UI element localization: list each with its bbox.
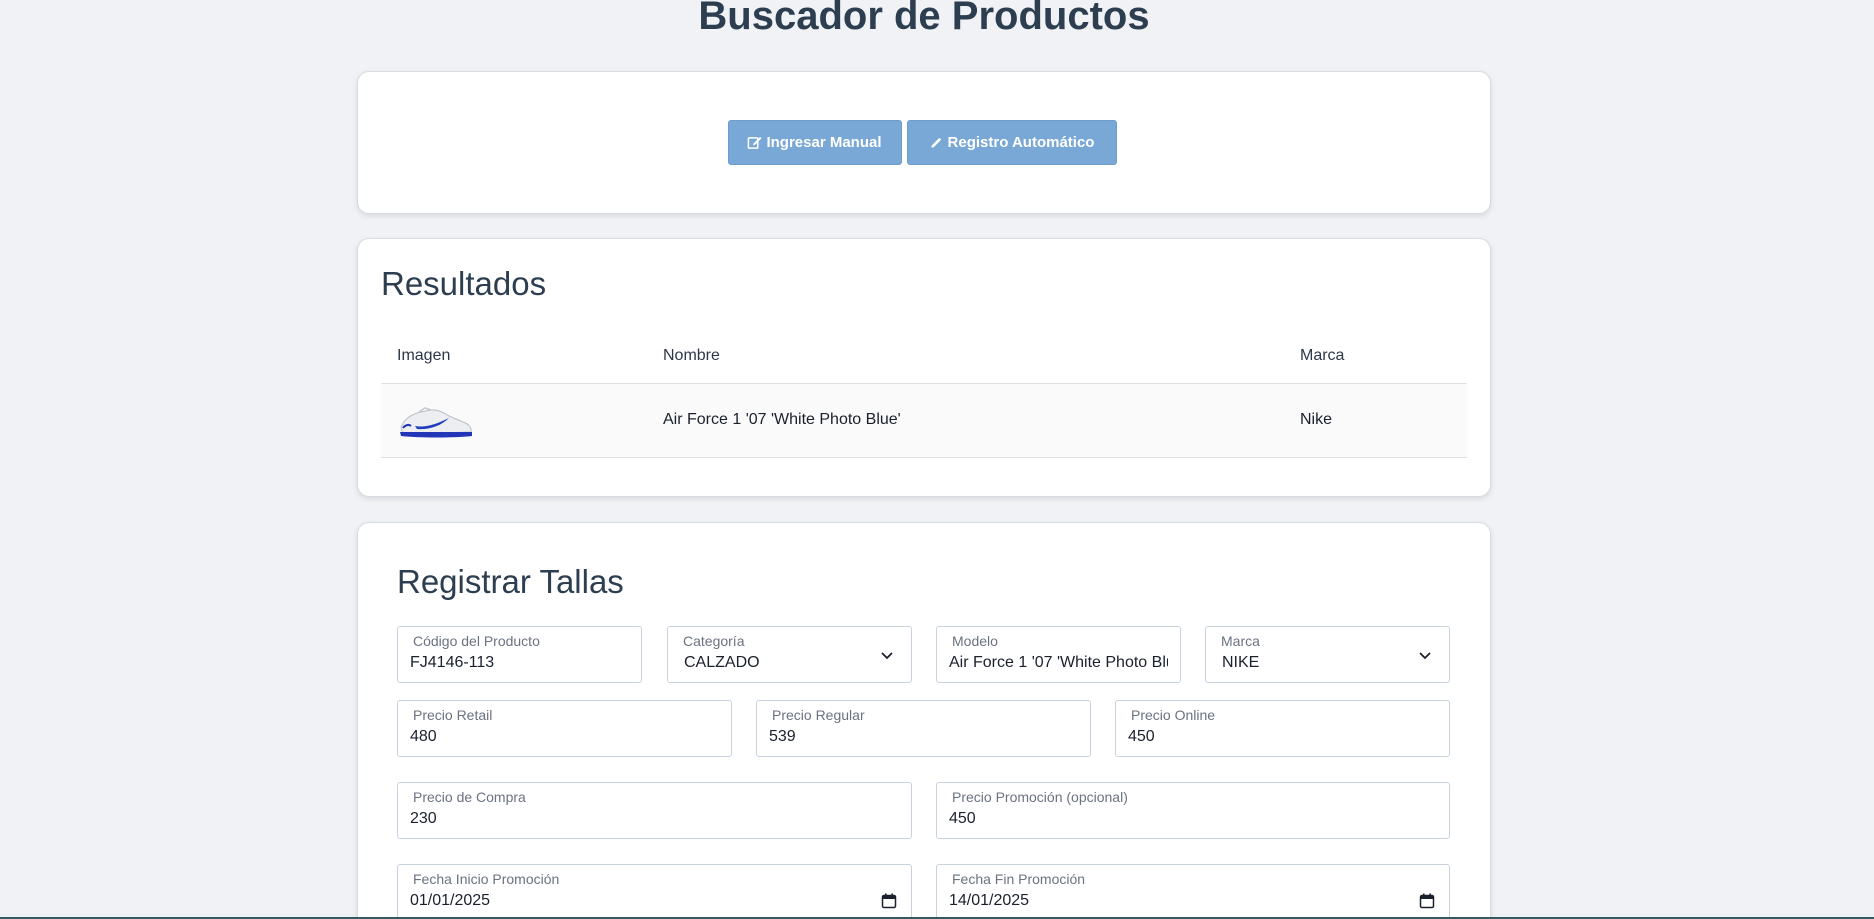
retail-price-label: Precio Retail (413, 707, 493, 723)
auto-register-button[interactable]: Registro Automático (906, 120, 1117, 165)
auto-register-label: Registro Automático (947, 134, 1095, 151)
category-value: CALZADO (684, 654, 760, 671)
retail-price-field[interactable]: Precio Retail 480 (397, 700, 732, 757)
register-sizes-card: Registrar Tallas Código del Producto FJ4… (357, 522, 1491, 919)
model-label: Modelo (952, 633, 998, 649)
manual-entry-button[interactable]: Ingresar Manual (727, 120, 902, 165)
promo-price-label: Precio Promoción (opcional) (952, 789, 1128, 805)
chevron-down-icon (1419, 652, 1431, 660)
purchase-price-label: Precio de Compra (413, 789, 526, 805)
promo-start-label: Fecha Inicio Promoción (413, 871, 560, 887)
product-code-field[interactable]: Código del Producto FJ4146-113 (397, 626, 642, 683)
promo-start-date-field[interactable]: Fecha Inicio Promoción 01/01/2025 (397, 864, 912, 919)
purchase-price-field[interactable]: Precio de Compra 230 (397, 782, 912, 839)
retail-price-value[interactable]: 480 (410, 728, 437, 746)
promo-end-label: Fecha Fin Promoción (952, 871, 1086, 887)
column-header-name: Nombre (647, 329, 1284, 384)
calendar-icon[interactable] (1419, 893, 1435, 909)
promo-price-value[interactable]: 450 (949, 810, 976, 828)
brand-label: Marca (1221, 633, 1260, 649)
register-title: Registrar Tallas (397, 563, 624, 600)
chevron-down-icon (881, 652, 893, 660)
results-table: Imagen Nombre Marca Air Force 1 '07 'Whi… (381, 329, 1467, 458)
promo-end-date-field[interactable]: Fecha Fin Promoción 14/01/2025 (936, 864, 1450, 919)
pencil-icon (930, 137, 941, 148)
calendar-icon[interactable] (881, 893, 897, 909)
promo-start-value[interactable]: 01/01/2025 (410, 892, 490, 910)
product-brand-cell: Nike (1284, 383, 1467, 458)
sneaker-image (400, 407, 472, 438)
category-select[interactable]: Categoría CALZADO (667, 626, 912, 683)
results-header-row: Imagen Nombre Marca (381, 329, 1467, 384)
edit-icon (748, 136, 762, 149)
product-image-cell (381, 383, 647, 458)
column-header-brand: Marca (1284, 329, 1467, 384)
promo-price-field[interactable]: Precio Promoción (opcional) 450 (936, 782, 1450, 839)
regular-price-value[interactable]: 539 (769, 728, 796, 746)
brand-value: NIKE (1222, 654, 1260, 671)
regular-price-label: Precio Regular (772, 707, 865, 723)
regular-price-field[interactable]: Precio Regular 539 (756, 700, 1091, 757)
product-name-cell: Air Force 1 '07 'White Photo Blue' (647, 383, 1284, 458)
online-price-value[interactable]: 450 (1128, 728, 1155, 746)
column-header-image: Imagen (381, 329, 647, 384)
page-title: Buscador de Productos (698, 0, 1150, 38)
promo-end-value[interactable]: 14/01/2025 (949, 892, 1029, 910)
actions-card: Ingresar Manual Registro Automático (357, 71, 1491, 214)
results-card: Resultados Imagen Nombre Marca Air Force… (357, 238, 1491, 497)
table-row[interactable]: Air Force 1 '07 'White Photo Blue' Nike (381, 383, 1467, 458)
model-value[interactable]: Air Force 1 '07 'White Photo Blue' (949, 654, 1168, 672)
product-code-label: Código del Producto (413, 633, 540, 649)
manual-entry-label: Ingresar Manual (766, 134, 882, 151)
brand-select[interactable]: Marca NIKE (1205, 626, 1450, 683)
online-price-label: Precio Online (1131, 707, 1216, 723)
online-price-field[interactable]: Precio Online 450 (1115, 700, 1450, 757)
model-field[interactable]: Modelo Air Force 1 '07 'White Photo Blue… (936, 626, 1181, 683)
product-code-value[interactable]: FJ4146-113 (410, 654, 630, 672)
category-label: Categoría (683, 633, 745, 649)
results-title: Resultados (381, 265, 547, 302)
actions-button-row: Ingresar Manual Registro Automático (358, 120, 1490, 165)
purchase-price-value[interactable]: 230 (410, 810, 437, 828)
